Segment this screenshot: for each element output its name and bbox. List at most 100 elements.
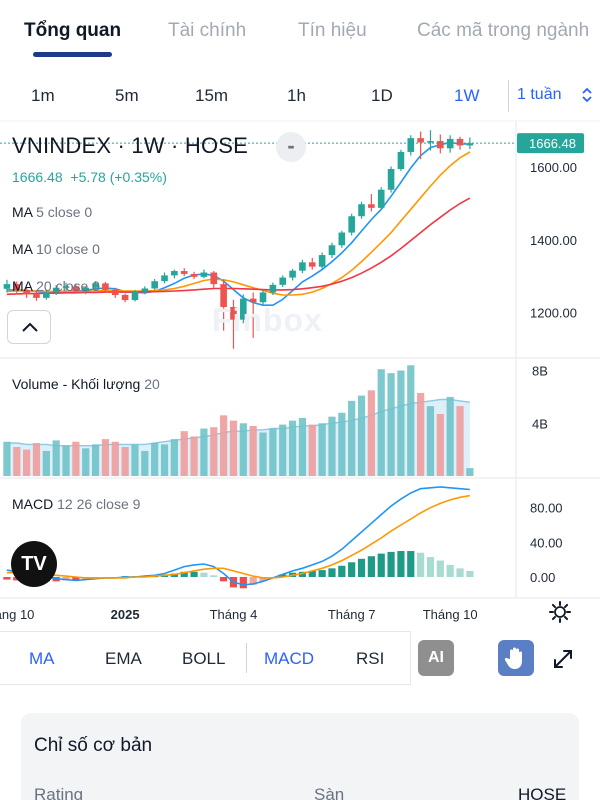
candle-body: [387, 169, 395, 190]
volume-bar: [32, 443, 41, 476]
volume-bar: [151, 443, 159, 476]
divider: [508, 80, 509, 112]
tradingview-logo[interactable]: TV: [11, 541, 57, 587]
volume-bar: [328, 416, 336, 476]
volume-bar: [446, 396, 454, 476]
volume-bar: [466, 468, 474, 476]
ma10-label[interactable]: MA 10 close 0: [12, 241, 100, 257]
indicator-rsi[interactable]: RSI: [356, 649, 384, 669]
macd-histogram-bar: [190, 571, 198, 578]
candle-body: [308, 262, 316, 267]
timeframe-1h[interactable]: 1h: [287, 86, 306, 106]
ma20-params: 20 close 0: [36, 278, 100, 294]
volume-bar: [170, 439, 178, 476]
candle-body: [328, 245, 336, 256]
watermark: Finbox: [212, 302, 323, 338]
macd-histogram-bar: [456, 568, 464, 578]
top-tabs: Tổng quan Tài chính Tín hiệu Các mã tron…: [0, 0, 600, 62]
candle-body: [151, 281, 158, 289]
tab-signals[interactable]: Tín hiệu: [298, 20, 367, 42]
macd-histogram-bar: [3, 577, 11, 580]
chart-area[interactable]: 1200.00 1400.00 1600.00 4B 8B 0.00 40.00 80.00 T…: [0, 120, 600, 628]
ma5-label[interactable]: MA 5 close 0: [12, 204, 92, 220]
volume-bar: [397, 370, 405, 476]
candle-body: [348, 216, 355, 233]
macd-histogram-bar: [377, 553, 385, 578]
candle-body: [259, 292, 267, 303]
price-tick-label: 1600.00: [530, 160, 577, 175]
timeframe-bar: 1m 5m 15m 1h 1D 1W 1 tuần: [0, 74, 600, 118]
macd-histogram-bar: [328, 568, 336, 578]
volume-name: Volume - Khối lượng: [12, 376, 141, 392]
chevron-up-icon: [22, 322, 38, 332]
price-change: +5.78 (+0.35%): [70, 169, 167, 185]
candle-body: [318, 255, 326, 267]
volume-bar: [101, 439, 110, 476]
macd-tick-label: 80.00: [530, 501, 563, 516]
candle-body: [446, 138, 454, 149]
tab-finance[interactable]: Tài chính: [168, 20, 246, 42]
candle-body: [437, 141, 444, 149]
hand-tool-button[interactable]: [498, 640, 534, 676]
volume-bar: [200, 428, 208, 476]
candle-body: [111, 289, 119, 296]
timeframe-1m[interactable]: 1m: [31, 86, 55, 106]
volume-bar: [436, 414, 444, 476]
last-price: 1666.48: [12, 169, 63, 185]
time-tick-label: Tháng 4: [210, 607, 258, 622]
ma20-label[interactable]: MA 20 close 0: [12, 278, 100, 294]
candle-body: [299, 262, 306, 271]
timeframe-1d[interactable]: 1D: [371, 86, 393, 106]
macd-histogram-bar: [397, 551, 405, 578]
exchange-label: Sàn: [314, 785, 345, 800]
macd-label[interactable]: MACD 12 26 close 9: [12, 496, 140, 512]
tab-industry-stocks[interactable]: Các mã trong ngành: [417, 20, 589, 42]
price-tick-label: 1400.00: [530, 233, 577, 248]
candle-body: [338, 232, 346, 246]
chevron-up-down-icon[interactable]: [578, 86, 596, 104]
candle-body: [141, 288, 149, 292]
fundamentals-card: Chỉ số cơ bản Rating Sàn HOSE: [21, 713, 579, 800]
settings-gear-icon[interactable]: [548, 600, 572, 624]
volume-bar: [72, 441, 80, 476]
tab-overview[interactable]: Tổng quan: [24, 20, 121, 42]
candle-body: [171, 271, 178, 276]
candle-body: [358, 204, 365, 217]
volume-bar: [131, 444, 139, 476]
macd-histogram-bar: [387, 551, 395, 578]
candle-body: [190, 273, 198, 277]
collapse-legend-button[interactable]: [7, 310, 51, 344]
range-select[interactable]: 1 tuần: [517, 86, 561, 104]
volume-bar: [229, 420, 238, 476]
macd-histogram-bar: [200, 572, 208, 578]
macd-histogram-bar: [210, 575, 218, 578]
active-tab-indicator: [33, 52, 112, 57]
timeframe-5m[interactable]: 5m: [115, 86, 139, 106]
volume-bar: [288, 420, 297, 476]
timeframe-1w[interactable]: 1W: [454, 86, 480, 106]
indicator-ema[interactable]: EMA: [105, 649, 142, 669]
macd-histogram-bar: [436, 560, 444, 578]
candle-body: [289, 270, 296, 278]
volume-bar: [387, 373, 395, 476]
macd-histogram-bar: [318, 570, 326, 578]
timeframe-15m[interactable]: 15m: [195, 86, 228, 106]
candle-body: [466, 143, 474, 146]
indicator-ma[interactable]: MA: [29, 649, 55, 669]
indicator-boll[interactable]: BOLL: [182, 649, 225, 669]
macd-histogram-bar: [446, 564, 454, 578]
macd-name: MACD: [12, 496, 54, 512]
volume-bar: [23, 449, 31, 476]
minimize-icon[interactable]: -: [276, 132, 306, 162]
fullscreen-icon[interactable]: [551, 647, 575, 671]
ai-button[interactable]: AI: [418, 640, 454, 676]
volume-bar: [180, 431, 188, 476]
volume-bar: [13, 447, 21, 476]
candle-body: [102, 283, 109, 290]
volume-label[interactable]: Volume - Khối lượng 20: [12, 376, 160, 392]
macd-histogram-bar: [239, 577, 247, 589]
ma10-name: MA: [12, 241, 33, 257]
indicator-macd[interactable]: MACD: [264, 649, 314, 669]
volume-bar: [52, 440, 60, 476]
price-chart[interactable]: 1200.00 1400.00 1600.00 4B 8B 0.00 40.00 80.00 T…: [0, 120, 600, 628]
